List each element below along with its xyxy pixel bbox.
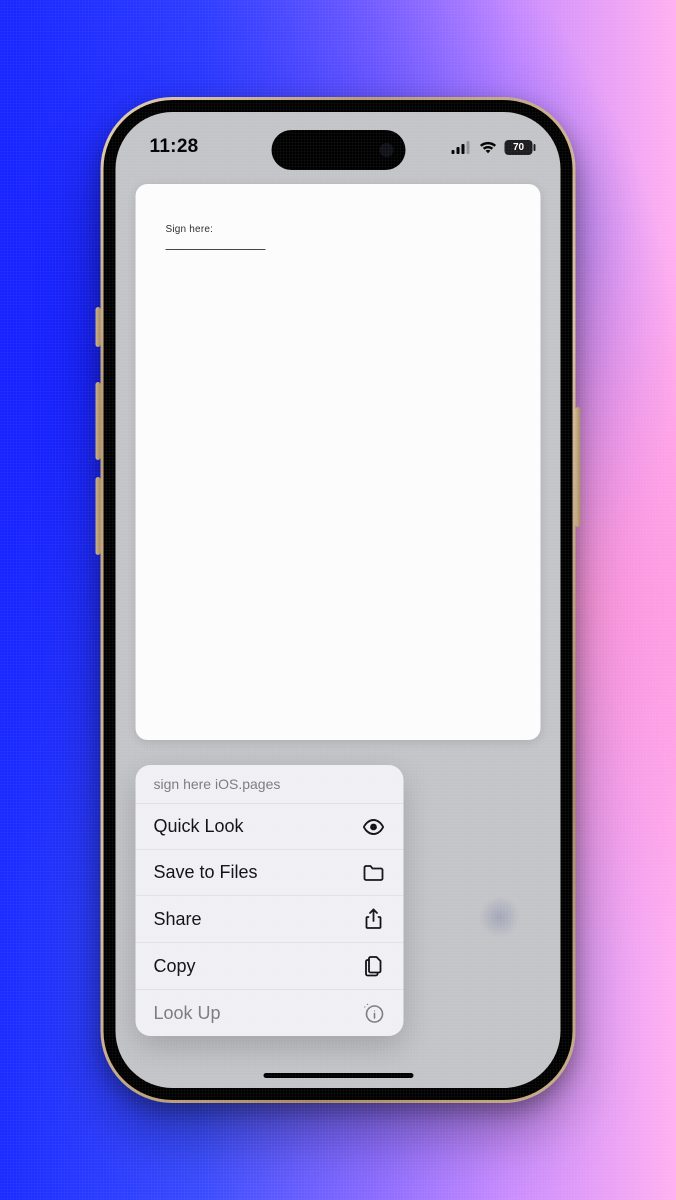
iphone-frame: 11:28 <box>101 97 576 1103</box>
volume-up-button <box>96 382 101 460</box>
menu-item-copy[interactable]: Copy <box>136 943 404 990</box>
volume-down-button <box>96 477 101 555</box>
background-blur-spot <box>479 896 521 938</box>
menu-item-save-to-files[interactable]: Save to Files <box>136 850 404 896</box>
eye-icon <box>362 819 386 835</box>
menu-item-label: Quick Look <box>154 816 244 837</box>
wallpaper-background: 11:28 <box>0 0 676 1200</box>
dynamic-island <box>271 130 405 170</box>
status-time: 11:28 <box>150 136 199 158</box>
copy-icon <box>362 955 386 977</box>
menu-item-label: Copy <box>154 956 196 977</box>
menu-item-label: Look Up <box>154 1003 221 1024</box>
phone-screen: 11:28 <box>116 112 561 1088</box>
battery-icon: 70 <box>505 140 533 155</box>
power-button <box>576 407 581 527</box>
battery-percent: 70 <box>513 142 524 153</box>
menu-item-look-up[interactable]: Look Up <box>136 990 404 1036</box>
signature-line <box>166 249 266 250</box>
folder-icon <box>362 864 386 882</box>
menu-item-quick-look[interactable]: Quick Look <box>136 804 404 850</box>
cellular-icon <box>452 141 472 154</box>
menu-item-label: Share <box>154 909 202 930</box>
status-indicators: 70 <box>452 140 533 155</box>
menu-item-share[interactable]: Share <box>136 896 404 943</box>
share-icon <box>362 908 386 930</box>
lookup-icon <box>362 1002 386 1024</box>
context-menu-title: sign here iOS.pages <box>136 765 404 804</box>
context-menu: sign here iOS.pages Quick Look <box>136 765 404 1036</box>
menu-item-label: Save to Files <box>154 862 258 883</box>
home-indicator[interactable] <box>263 1073 413 1078</box>
wifi-icon <box>479 140 498 154</box>
document-sign-label: Sign here: <box>166 224 511 235</box>
document-preview[interactable]: Sign here: <box>136 184 541 740</box>
silence-switch <box>96 307 101 347</box>
